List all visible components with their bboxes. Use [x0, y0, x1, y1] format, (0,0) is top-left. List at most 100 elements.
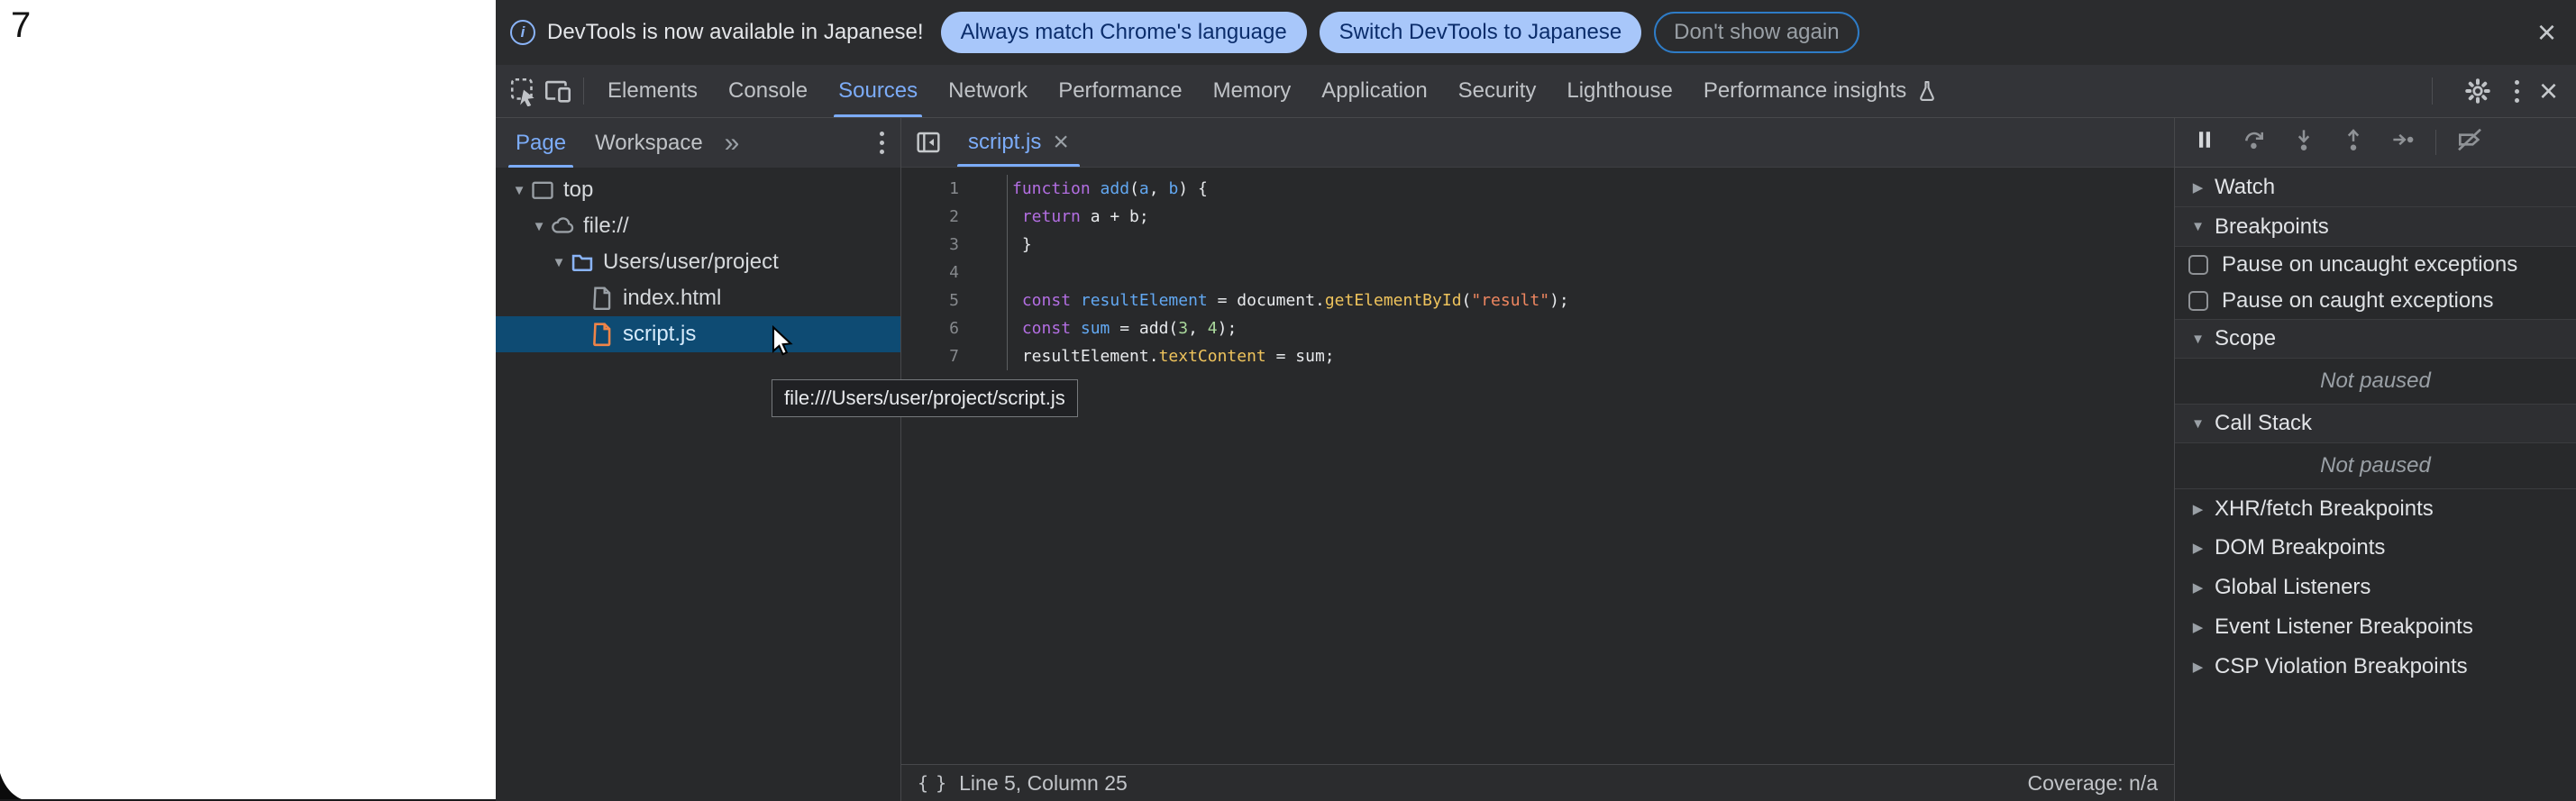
- token-pl: );: [1549, 291, 1569, 310]
- section-global-listeners[interactable]: ▶Global Listeners: [2175, 568, 2576, 607]
- editor-tab-scriptjs[interactable]: script.js ×: [954, 118, 1083, 167]
- expanded-arrow-icon[interactable]: ▼: [2186, 332, 2210, 347]
- banner-button-don-t-show-again[interactable]: Don't show again: [1654, 12, 1859, 53]
- cursor-fragment-icon: [0, 773, 27, 801]
- collapsed-arrow-icon[interactable]: ▶: [2186, 659, 2210, 675]
- banner-button-always-match-chrome-s-language[interactable]: Always match Chrome's language: [941, 12, 1307, 53]
- tree-item-index-html[interactable]: index.html: [496, 280, 900, 316]
- checkbox-box[interactable]: [2188, 291, 2208, 311]
- token-kw: return: [1022, 207, 1081, 226]
- collapsed-arrow-icon[interactable]: ▶: [2186, 619, 2210, 635]
- token-nu: 4: [1208, 319, 1218, 338]
- line-number[interactable]: 4: [901, 259, 1007, 287]
- tab-security[interactable]: Security: [1443, 65, 1552, 117]
- more-tabs-icon[interactable]: »: [717, 128, 747, 159]
- tab-workspace[interactable]: Workspace: [580, 118, 717, 168]
- devtools-close-icon[interactable]: ×: [2539, 75, 2558, 107]
- tab-console[interactable]: Console: [713, 65, 823, 117]
- tab-close-icon[interactable]: ×: [1053, 129, 1069, 156]
- tree-expand-arrow-icon[interactable]: ▼: [548, 255, 570, 270]
- tab-performance[interactable]: Performance: [1043, 65, 1197, 117]
- tree-item-users-user-project[interactable]: ▼ Users/user/project: [496, 244, 900, 280]
- tree-item-top[interactable]: ▼top: [496, 172, 900, 208]
- toggle-navigator-icon[interactable]: [909, 123, 948, 162]
- code-text: resultElement.textContent = sum;: [1007, 342, 1335, 370]
- tab-application[interactable]: Application: [1306, 65, 1442, 117]
- token-pl: [1012, 207, 1022, 226]
- checkbox-box[interactable]: [2188, 255, 2208, 275]
- more-options-icon[interactable]: [2515, 80, 2519, 103]
- section-watch[interactable]: ▶ Watch: [2175, 168, 2576, 207]
- section-csp-violation-breakpoints[interactable]: ▶CSP Violation Breakpoints: [2175, 647, 2576, 687]
- tree-item-file[interactable]: ▼file://: [496, 208, 900, 244]
- step-out-icon[interactable]: [2340, 126, 2367, 159]
- step-into-icon[interactable]: [2290, 126, 2317, 159]
- cloud-icon: [550, 214, 575, 239]
- tree-expand-arrow-icon[interactable]: ▼: [528, 219, 550, 234]
- code-line: 5 const resultElement = document.getElem…: [901, 287, 2174, 314]
- code-editor[interactable]: 1function add(a, b) {2 return a + b;3 }4…: [901, 168, 2174, 764]
- collapsed-arrow-icon[interactable]: ▶: [2186, 501, 2210, 517]
- device-toolbar-icon[interactable]: [541, 74, 575, 108]
- line-number[interactable]: 2: [901, 203, 1007, 231]
- tree-item-script-js[interactable]: script.js: [496, 316, 900, 352]
- section-breakpoints[interactable]: ▼Breakpoints: [2175, 207, 2576, 247]
- collapsed-arrow-icon[interactable]: ▶: [2186, 579, 2210, 596]
- tree-item-label: Users/user/project: [603, 250, 779, 275]
- inspect-element-icon[interactable]: [507, 74, 541, 108]
- tab-performance-insights[interactable]: Performance insights: [1688, 65, 1955, 117]
- token-fn: add: [1101, 179, 1130, 198]
- checkbox-pause-on-uncaught-exceptions[interactable]: Pause on uncaught exceptions: [2175, 247, 2576, 283]
- expanded-arrow-icon[interactable]: ▼: [2186, 219, 2210, 234]
- infobar-close-icon[interactable]: ×: [2537, 16, 2556, 49]
- toolbar-divider: [2432, 77, 2433, 105]
- code-text: [1007, 259, 1012, 287]
- tab-memory[interactable]: Memory: [1198, 65, 1307, 117]
- deactivate-breakpoints-icon[interactable]: [2455, 125, 2484, 160]
- line-number[interactable]: 5: [901, 287, 1007, 314]
- status-message: Not paused: [2175, 359, 2576, 404]
- checkbox-pause-on-caught-exceptions[interactable]: Pause on caught exceptions: [2175, 283, 2576, 319]
- tab-label: Performance: [1058, 78, 1182, 104]
- tab-network[interactable]: Network: [933, 65, 1043, 117]
- code-text: function add(a, b) {: [1007, 175, 1208, 203]
- tab-lighthouse[interactable]: Lighthouse: [1551, 65, 1687, 117]
- tab-label: Sources: [838, 78, 918, 104]
- section-label: Scope: [2215, 326, 2276, 351]
- banner-button-switch-devtools-to-japanese[interactable]: Switch DevTools to Japanese: [1320, 12, 1642, 53]
- section-event-listener-breakpoints[interactable]: ▶Event Listener Breakpoints: [2175, 607, 2576, 647]
- section-dom-breakpoints[interactable]: ▶DOM Breakpoints: [2175, 528, 2576, 568]
- line-number[interactable]: 1: [901, 175, 1007, 203]
- section-label: Watch: [2215, 175, 2275, 200]
- collapsed-arrow-icon[interactable]: ▶: [2186, 179, 2210, 196]
- navigator-menu-icon[interactable]: [880, 132, 884, 154]
- token-kw: const: [1022, 291, 1071, 310]
- collapsed-arrow-icon[interactable]: ▶: [2186, 540, 2210, 556]
- folder-icon: [570, 250, 595, 275]
- step-icon[interactable]: [2389, 126, 2416, 159]
- flask-icon: [1914, 78, 1940, 104]
- step-over-icon[interactable]: [2241, 126, 2268, 159]
- tab-page[interactable]: Page: [501, 118, 580, 168]
- line-number[interactable]: 6: [901, 314, 1007, 342]
- tab-label: Page: [516, 131, 566, 156]
- pause-icon[interactable]: [2191, 126, 2218, 159]
- tab-label: Application: [1321, 78, 1427, 104]
- token-pl: [1012, 319, 1022, 338]
- tab-sources[interactable]: Sources: [823, 65, 933, 117]
- section-call-stack[interactable]: ▼Call Stack: [2175, 404, 2576, 443]
- expanded-arrow-icon[interactable]: ▼: [2186, 416, 2210, 432]
- tree-expand-arrow-icon[interactable]: ▼: [508, 183, 530, 198]
- settings-gear-icon[interactable]: [2461, 74, 2495, 108]
- token-pl: ,: [1188, 319, 1208, 338]
- debugger-toolbar: [2175, 118, 2576, 168]
- section-scope[interactable]: ▼ Scope: [2175, 319, 2576, 359]
- tab-elements[interactable]: Elements: [592, 65, 713, 117]
- token-pl: ,: [1149, 179, 1169, 198]
- token-pr: getElementById: [1325, 291, 1462, 310]
- line-number[interactable]: 3: [901, 231, 1007, 259]
- token-pl: [1071, 291, 1081, 310]
- line-number[interactable]: 7: [901, 342, 1007, 370]
- code-text: }: [1007, 231, 1032, 259]
- section-xhr-fetch-breakpoints[interactable]: ▶XHR/fetch Breakpoints: [2175, 488, 2576, 528]
